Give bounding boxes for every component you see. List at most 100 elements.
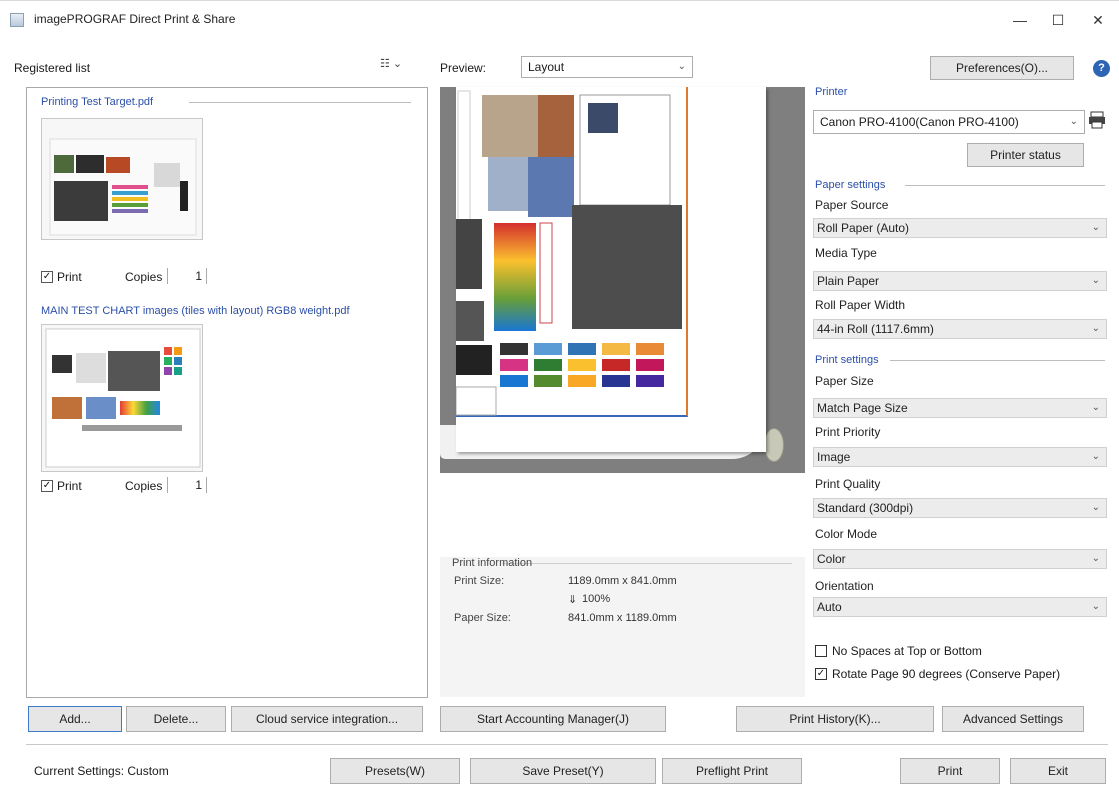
save-preset-button[interactable]: Save Preset(Y) xyxy=(470,758,656,784)
add-button[interactable]: Add... xyxy=(28,706,122,732)
print-information-panel: Print Size: 1189.0mm x 841.0mm ⇓ 100% Pa… xyxy=(440,557,805,697)
print-priority-label: Print Priority xyxy=(815,425,881,439)
roll-width-select[interactable]: 44-in Roll (1117.6mm) ⌄ xyxy=(813,319,1107,339)
paper-source-value: Roll Paper (Auto) xyxy=(817,221,910,235)
group-divider xyxy=(890,360,1105,361)
view-mode-dropdown[interactable]: ☷ ⌄ xyxy=(380,57,428,77)
roll-width-value: 44-in Roll (1117.6mm) xyxy=(817,322,934,336)
print-checkbox[interactable]: ✓ xyxy=(41,271,53,283)
bottom-separator xyxy=(26,744,1108,745)
group-divider xyxy=(905,185,1105,186)
registered-files-list[interactable]: Printing Test Target.pdf ✓ Print Copies … xyxy=(26,87,428,698)
preview-label: Preview: xyxy=(440,61,487,75)
accounting-manager-button[interactable]: Start Accounting Manager(J) xyxy=(440,706,666,732)
preflight-print-button[interactable]: Preflight Print xyxy=(662,758,802,784)
presets-button[interactable]: Presets(W) xyxy=(330,758,460,784)
paper-source-select[interactable]: Roll Paper (Auto) ⌄ xyxy=(813,218,1107,238)
paper-size-select[interactable]: Match Page Size ⌄ xyxy=(813,398,1107,418)
cloud-integration-button[interactable]: Cloud service integration... xyxy=(231,706,423,732)
minimize-button[interactable]: — xyxy=(1005,9,1035,31)
rotate-label: Rotate Page 90 degrees (Conserve Paper) xyxy=(832,667,1061,681)
copies-input[interactable]: 1 xyxy=(167,268,207,284)
chevron-down-icon: ⌄ xyxy=(1091,451,1100,462)
print-history-button[interactable]: Print History(K)... xyxy=(736,706,934,732)
preview-paper xyxy=(455,87,766,452)
orientation-select[interactable]: Auto ⌄ xyxy=(813,597,1107,617)
printer-status-button[interactable]: Printer status xyxy=(967,143,1084,167)
paper-size-label: Paper Size: xyxy=(454,612,511,624)
printer-select[interactable]: Canon PRO-4100(Canon PRO-4100) ⌄ xyxy=(813,110,1085,134)
thumbnail-image xyxy=(45,328,201,468)
printer-value: Canon PRO-4100(Canon PRO-4100) xyxy=(820,115,1019,129)
help-icon[interactable]: ? xyxy=(1093,60,1110,77)
roll-width-label: Roll Paper Width xyxy=(815,298,906,312)
print-information-title: Print information xyxy=(452,557,533,569)
print-priority-value: Image xyxy=(817,450,851,464)
preferences-button[interactable]: Preferences(O)... xyxy=(930,56,1074,80)
maximize-button[interactable]: ☐ xyxy=(1043,9,1073,31)
registered-list-label: Registered list xyxy=(14,61,91,75)
chevron-down-icon: ⌄ xyxy=(1091,275,1100,286)
current-settings-label: Current Settings: Custom xyxy=(34,764,169,778)
print-size-value: 1189.0mm x 841.0mm xyxy=(568,575,677,587)
print-size-label: Print Size: xyxy=(454,575,505,587)
print-settings-title: Print settings xyxy=(815,354,879,366)
chevron-down-icon: ⌄ xyxy=(677,61,686,72)
print-checkbox[interactable]: ✓ xyxy=(41,480,53,492)
advanced-settings-button[interactable]: Advanced Settings xyxy=(942,706,1084,732)
scale-icon: ⇓ xyxy=(568,594,578,606)
print-button[interactable]: Print xyxy=(900,758,1000,784)
group-divider xyxy=(502,563,792,564)
print-preview[interactable] xyxy=(440,87,805,473)
chevron-down-icon: ⌄ xyxy=(1091,553,1100,564)
no-spaces-checkbox[interactable] xyxy=(815,645,827,657)
paper-size-value: Match Page Size xyxy=(817,401,908,415)
printer-section-title: Printer xyxy=(815,86,848,98)
close-button[interactable]: ✕ xyxy=(1083,9,1113,31)
file-thumbnail[interactable] xyxy=(41,118,203,240)
chevron-down-icon: ⌄ xyxy=(1091,222,1100,233)
thumbnail-image xyxy=(49,138,197,236)
print-label: Print xyxy=(57,479,82,493)
orientation-value: Auto xyxy=(817,600,842,614)
color-mode-value: Color xyxy=(817,552,846,566)
media-type-label: Media Type xyxy=(815,246,877,260)
chevron-down-icon: ⌄ xyxy=(1069,116,1078,127)
file-thumbnail[interactable] xyxy=(41,324,203,472)
print-quality-select[interactable]: Standard (300dpi) ⌄ xyxy=(813,498,1107,518)
media-type-value: Plain Paper xyxy=(817,274,880,288)
window-title: imagePROGRAF Direct Print & Share xyxy=(34,12,236,26)
preview-layout-image xyxy=(455,90,682,416)
printable-area xyxy=(455,87,688,417)
preview-mode-select[interactable]: Layout ⌄ xyxy=(521,56,693,78)
delete-button[interactable]: Delete... xyxy=(126,706,226,732)
chevron-down-icon: ⌄ xyxy=(1091,502,1100,513)
copies-label: Copies xyxy=(125,270,163,284)
chevron-down-icon: ⌄ xyxy=(1091,601,1100,612)
paper-source-label: Paper Source xyxy=(815,198,889,212)
print-priority-select[interactable]: Image ⌄ xyxy=(813,447,1107,467)
color-mode-select[interactable]: Color ⌄ xyxy=(813,549,1107,569)
print-label: Print xyxy=(57,270,82,284)
app-icon xyxy=(10,13,24,27)
paper-size-value: 841.0mm x 1189.0mm xyxy=(568,612,677,624)
paper-size-label: Paper Size xyxy=(815,374,874,388)
scale-value: 100% xyxy=(582,593,611,605)
copies-label: Copies xyxy=(125,479,163,493)
no-spaces-label: No Spaces at Top or Bottom xyxy=(832,644,982,658)
file-name: Printing Test Target.pdf xyxy=(41,96,154,108)
exit-button[interactable]: Exit xyxy=(1010,758,1106,784)
chevron-down-icon: ⌄ xyxy=(1091,323,1100,334)
orientation-label: Orientation xyxy=(815,579,874,593)
copies-input[interactable]: 1 xyxy=(167,477,207,493)
paper-settings-title: Paper settings xyxy=(815,179,886,191)
printer-properties-icon[interactable] xyxy=(1088,111,1106,129)
print-quality-label: Print Quality xyxy=(815,477,881,491)
chevron-down-icon: ⌄ xyxy=(1091,402,1100,413)
media-type-select[interactable]: Plain Paper ⌄ xyxy=(813,271,1107,291)
preview-mode-value: Layout xyxy=(528,60,565,74)
roll-core xyxy=(764,428,784,462)
color-mode-label: Color Mode xyxy=(815,527,878,541)
rotate-checkbox[interactable]: ✓ xyxy=(815,668,827,680)
title-bar: imagePROGRAF Direct Print & Share — ☐ ✕ xyxy=(0,0,1119,40)
